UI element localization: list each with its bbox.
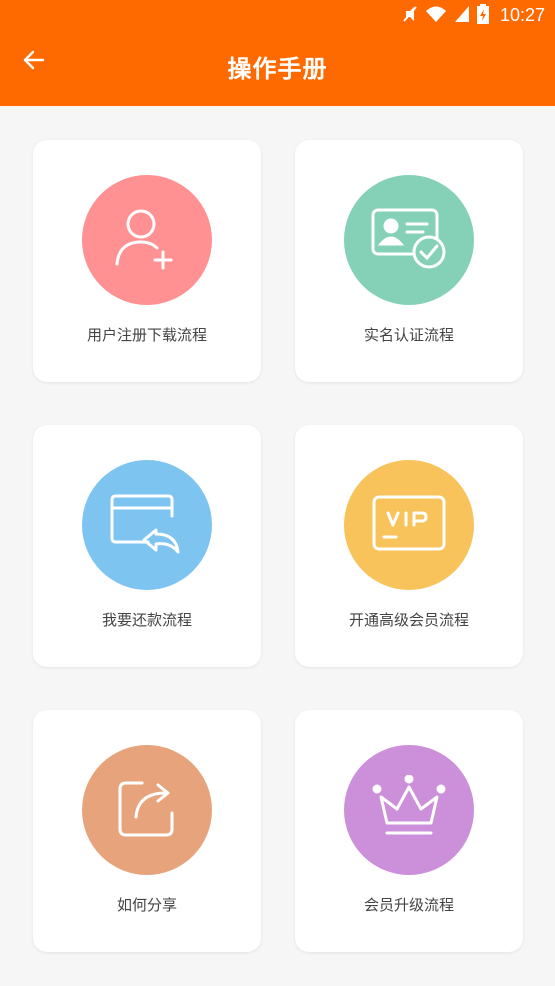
user-add-icon bbox=[111, 202, 183, 278]
card-repayment[interactable]: 我要还款流程 bbox=[33, 425, 261, 667]
vip-card-icon bbox=[370, 493, 448, 557]
card-icon-circle bbox=[82, 460, 212, 590]
app-bar: 操作手册 bbox=[0, 31, 555, 106]
wifi-icon bbox=[425, 5, 447, 27]
battery-charging-icon bbox=[476, 3, 489, 28]
crown-icon bbox=[371, 774, 447, 845]
card-label: 用户注册下载流程 bbox=[86, 326, 207, 344]
status-time: 10:27 bbox=[499, 5, 545, 25]
card-icon-circle bbox=[82, 745, 212, 875]
card-icon-circle bbox=[344, 175, 474, 305]
card-label: 会员升级流程 bbox=[363, 896, 454, 914]
share-icon bbox=[112, 773, 182, 847]
card-label: 实名认证流程 bbox=[363, 326, 454, 344]
manual-grid: 用户注册下载流程 实名认证流程 我要还款流程 开通高级会员流程 如何分享 会员升… bbox=[0, 106, 555, 986]
signal-icon bbox=[454, 5, 470, 27]
card-return-icon bbox=[108, 490, 186, 560]
status-bar: 10:27 bbox=[0, 0, 555, 31]
card-icon-circle bbox=[344, 745, 474, 875]
id-card-check-icon bbox=[369, 202, 449, 278]
card-label: 开通高级会员流程 bbox=[348, 611, 469, 629]
card-member-upgrade[interactable]: 会员升级流程 bbox=[295, 710, 523, 952]
card-label: 我要还款流程 bbox=[101, 611, 192, 629]
page-title: 操作手册 bbox=[227, 55, 328, 83]
card-real-name-auth[interactable]: 实名认证流程 bbox=[295, 140, 523, 382]
card-icon-circle bbox=[344, 460, 474, 590]
card-user-register[interactable]: 用户注册下载流程 bbox=[33, 140, 261, 382]
mute-icon bbox=[402, 5, 418, 27]
card-label: 如何分享 bbox=[116, 896, 177, 914]
card-how-to-share[interactable]: 如何分享 bbox=[33, 710, 261, 952]
card-icon-circle bbox=[82, 175, 212, 305]
card-vip-open[interactable]: 开通高级会员流程 bbox=[295, 425, 523, 667]
